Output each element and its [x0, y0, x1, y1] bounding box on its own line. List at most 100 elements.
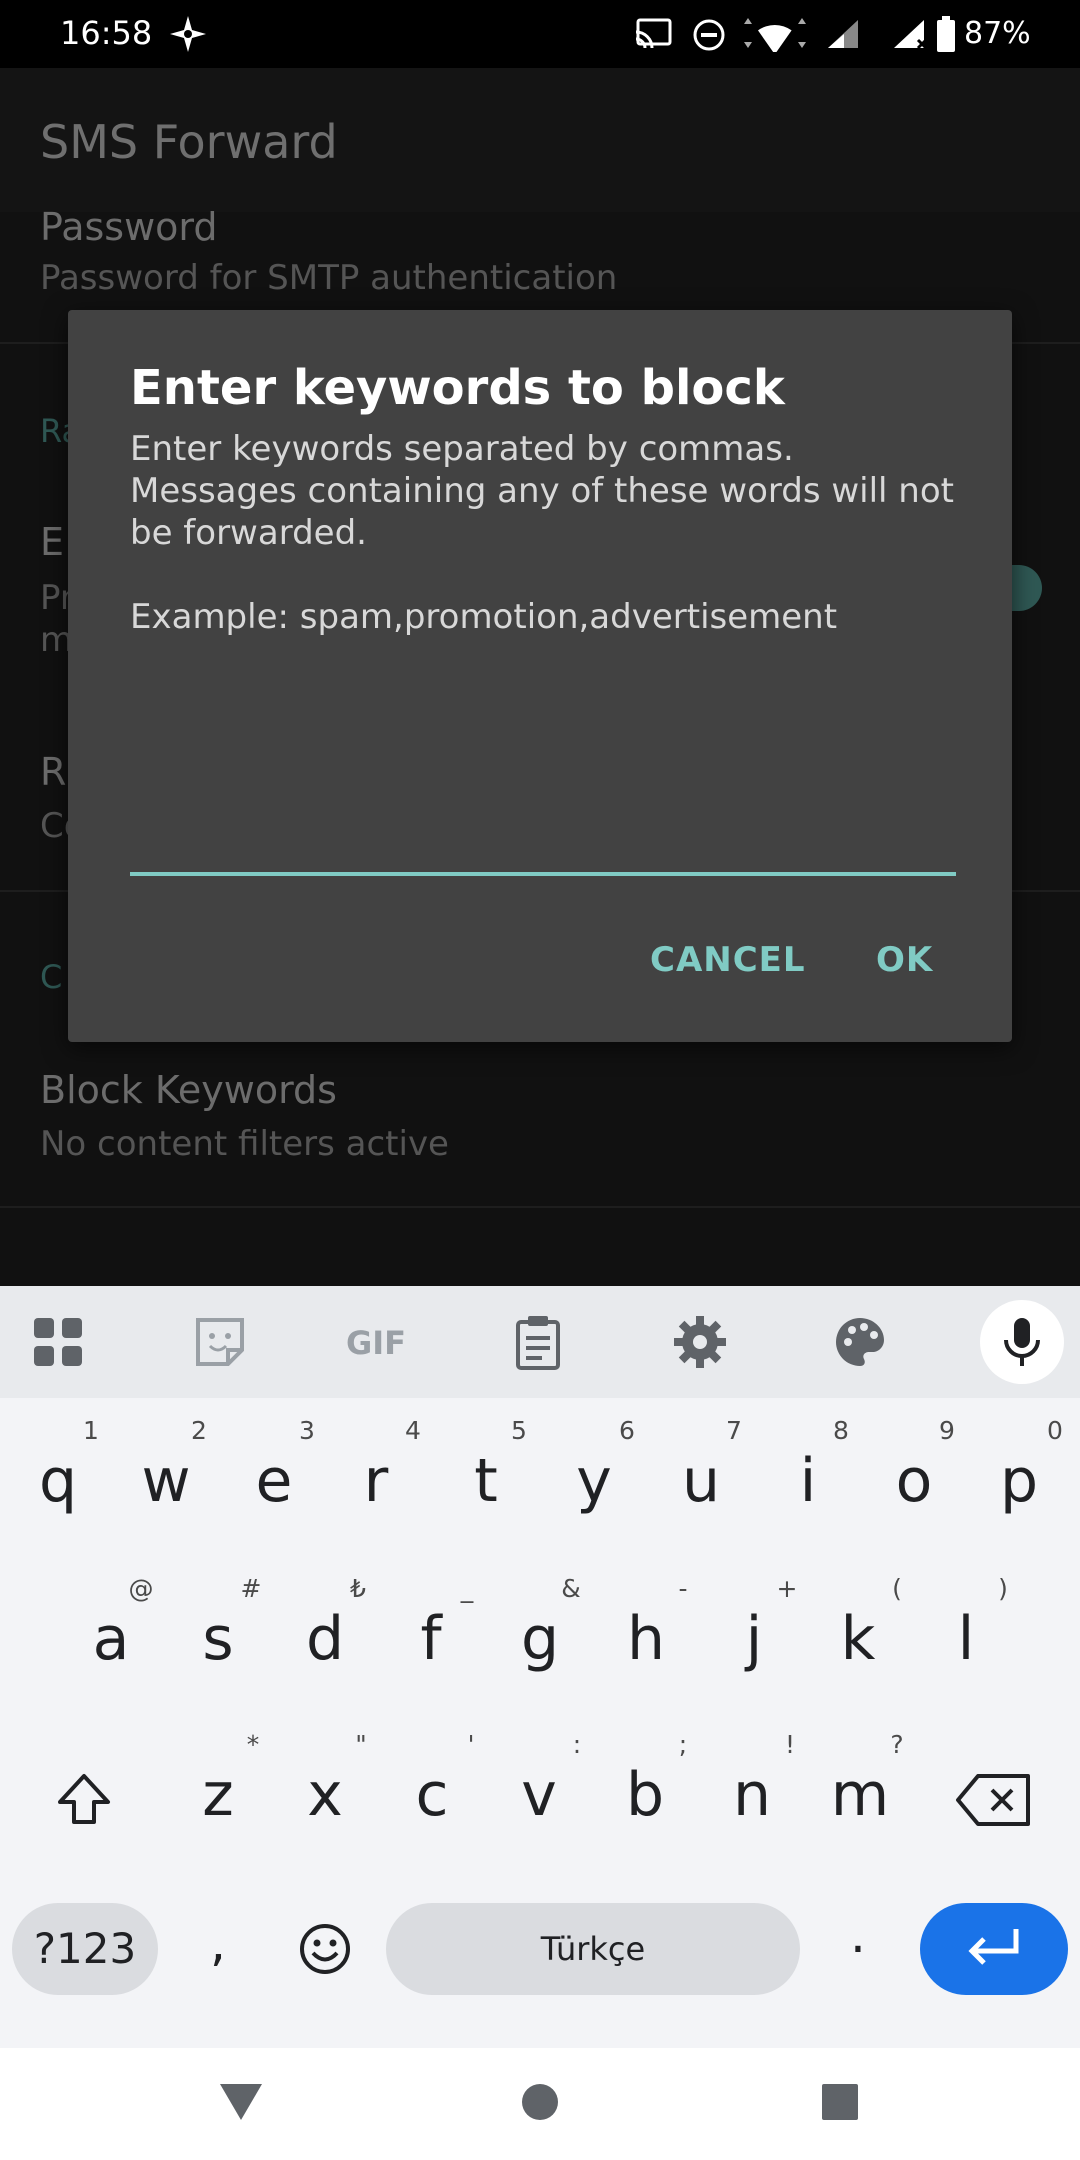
key-d[interactable]: d — [280, 1604, 370, 1674]
block-keywords-dialog: Enter keywords to block Enter keywords s… — [68, 310, 1012, 1042]
dialog-message: Enter keywords separated by commas. Mess… — [130, 429, 954, 637]
key-hint: & — [561, 1574, 581, 1603]
key-row-3: z * x " c ' v : b ; n ! m ? — [0, 1730, 1080, 1850]
key-c[interactable]: c — [387, 1760, 477, 1830]
home-icon[interactable] — [520, 2082, 560, 2122]
sticker-icon[interactable] — [192, 1314, 248, 1370]
cancel-button[interactable]: CANCEL — [650, 940, 806, 980]
shift-icon[interactable] — [54, 1770, 114, 1830]
key-j[interactable]: j — [709, 1604, 799, 1674]
pref-title-partial-2[interactable]: R — [40, 750, 66, 794]
cast-icon — [635, 18, 672, 49]
emoji-icon[interactable] — [298, 1922, 352, 1976]
key-row-2: a @ s # d ₺ f _ g & h - j + k ( l ) — [0, 1574, 1080, 1694]
key-hint: " — [355, 1730, 367, 1759]
navigation-bar — [0, 2048, 1080, 2160]
key-s[interactable]: s — [173, 1604, 263, 1674]
battery-percent: 87% — [964, 16, 1031, 51]
key-i[interactable]: i — [763, 1446, 853, 1516]
mic-icon — [1004, 1318, 1040, 1366]
key-b[interactable]: b — [600, 1760, 690, 1830]
key-row-1: q 1 w 2 e 3 r 4 t 5 y 6 u 7 i 8 o 9 p 0 — [0, 1416, 1080, 1536]
key-q[interactable]: q — [13, 1446, 103, 1516]
wifi-icon — [744, 18, 806, 52]
password-pref-summary: Password for SMTP authentication — [40, 258, 618, 298]
key-hint: 2 — [191, 1416, 207, 1445]
key-g[interactable]: g — [495, 1604, 585, 1674]
key-hint: 8 — [833, 1416, 849, 1445]
gif-icon[interactable]: GIF — [346, 1324, 406, 1362]
comma-key[interactable]: , — [198, 1914, 238, 1972]
key-hint: - — [678, 1574, 688, 1603]
key-hint: 1 — [83, 1416, 99, 1445]
key-v[interactable]: v — [494, 1760, 584, 1830]
status-bar: 16:58 87% — [0, 0, 1080, 68]
key-hint: # — [240, 1574, 262, 1603]
key-hint: ( — [892, 1574, 902, 1603]
key-hint: 0 — [1047, 1416, 1063, 1445]
navigation-icon — [170, 16, 206, 52]
key-hint: 5 — [511, 1416, 527, 1445]
category-header-2: C — [40, 958, 63, 996]
battery-icon — [937, 16, 955, 52]
backspace-icon[interactable] — [954, 1770, 1034, 1830]
enter-key[interactable] — [920, 1903, 1068, 1995]
period-key[interactable]: . — [838, 1906, 878, 1964]
key-e[interactable]: e — [229, 1446, 319, 1516]
key-p[interactable]: p — [974, 1446, 1064, 1516]
keyboard: GIF q 1 w 2 e 3 r 4 t 5 y 6 u 7 i 8 o 9 … — [0, 1286, 1080, 2048]
palette-icon[interactable] — [832, 1314, 888, 1370]
settings-icon[interactable] — [672, 1314, 728, 1370]
key-k[interactable]: k — [813, 1604, 903, 1674]
key-w[interactable]: w — [121, 1446, 211, 1516]
key-h[interactable]: h — [601, 1604, 691, 1674]
cell-signal-icon — [828, 20, 858, 48]
key-u[interactable]: u — [656, 1446, 746, 1516]
key-hint: ) — [998, 1574, 1008, 1603]
key-r[interactable]: r — [331, 1446, 421, 1516]
key-hint: * — [246, 1730, 260, 1759]
do-not-disturb-icon — [693, 19, 725, 51]
key-o[interactable]: o — [869, 1446, 959, 1516]
key-hint: : — [572, 1730, 582, 1759]
back-icon[interactable] — [218, 2080, 264, 2122]
key-f[interactable]: f — [386, 1604, 476, 1674]
key-hint: 7 — [726, 1416, 742, 1445]
keywords-input[interactable] — [130, 810, 956, 876]
dialog-title: Enter keywords to block — [130, 360, 785, 416]
key-m[interactable]: m — [815, 1760, 905, 1830]
key-n[interactable]: n — [707, 1760, 797, 1830]
block-keywords-summary: No content filters active — [40, 1124, 449, 1164]
key-y[interactable]: y — [549, 1446, 639, 1516]
ok-button[interactable]: OK — [876, 940, 933, 980]
key-z[interactable]: z — [173, 1760, 263, 1830]
key-t[interactable]: t — [441, 1446, 531, 1516]
key-hint: ! — [784, 1730, 796, 1759]
key-hint: ₺ — [350, 1574, 366, 1603]
app-title: SMS Forward — [40, 115, 338, 169]
keyboard-toolbar: GIF — [0, 1286, 1080, 1398]
key-hint: ' — [467, 1730, 475, 1759]
recents-icon[interactable] — [820, 2082, 860, 2122]
voice-input-button[interactable] — [980, 1300, 1064, 1384]
key-hint: ; — [678, 1730, 688, 1759]
key-hint: 3 — [299, 1416, 315, 1445]
key-hint: + — [776, 1574, 798, 1603]
space-bar[interactable]: Türkçe — [386, 1903, 800, 1995]
key-a[interactable]: a — [66, 1604, 156, 1674]
password-pref-title[interactable]: Password — [40, 205, 218, 249]
key-x[interactable]: x — [280, 1760, 370, 1830]
cell-signal-2-icon — [894, 20, 928, 50]
key-hint: @ — [128, 1574, 154, 1603]
key-hint: ? — [890, 1730, 904, 1759]
key-l[interactable]: l — [921, 1604, 1011, 1674]
block-keywords-title[interactable]: Block Keywords — [40, 1068, 337, 1112]
key-hint: 9 — [939, 1416, 955, 1445]
divider — [0, 1206, 1080, 1208]
key-hint: 6 — [619, 1416, 635, 1445]
status-time: 16:58 — [60, 14, 153, 52]
symbols-key[interactable]: ?123 — [12, 1903, 158, 1995]
pref-title-partial[interactable]: E — [40, 520, 64, 564]
clipboard-icon[interactable] — [510, 1314, 566, 1370]
apps-grid-icon[interactable] — [30, 1314, 86, 1370]
